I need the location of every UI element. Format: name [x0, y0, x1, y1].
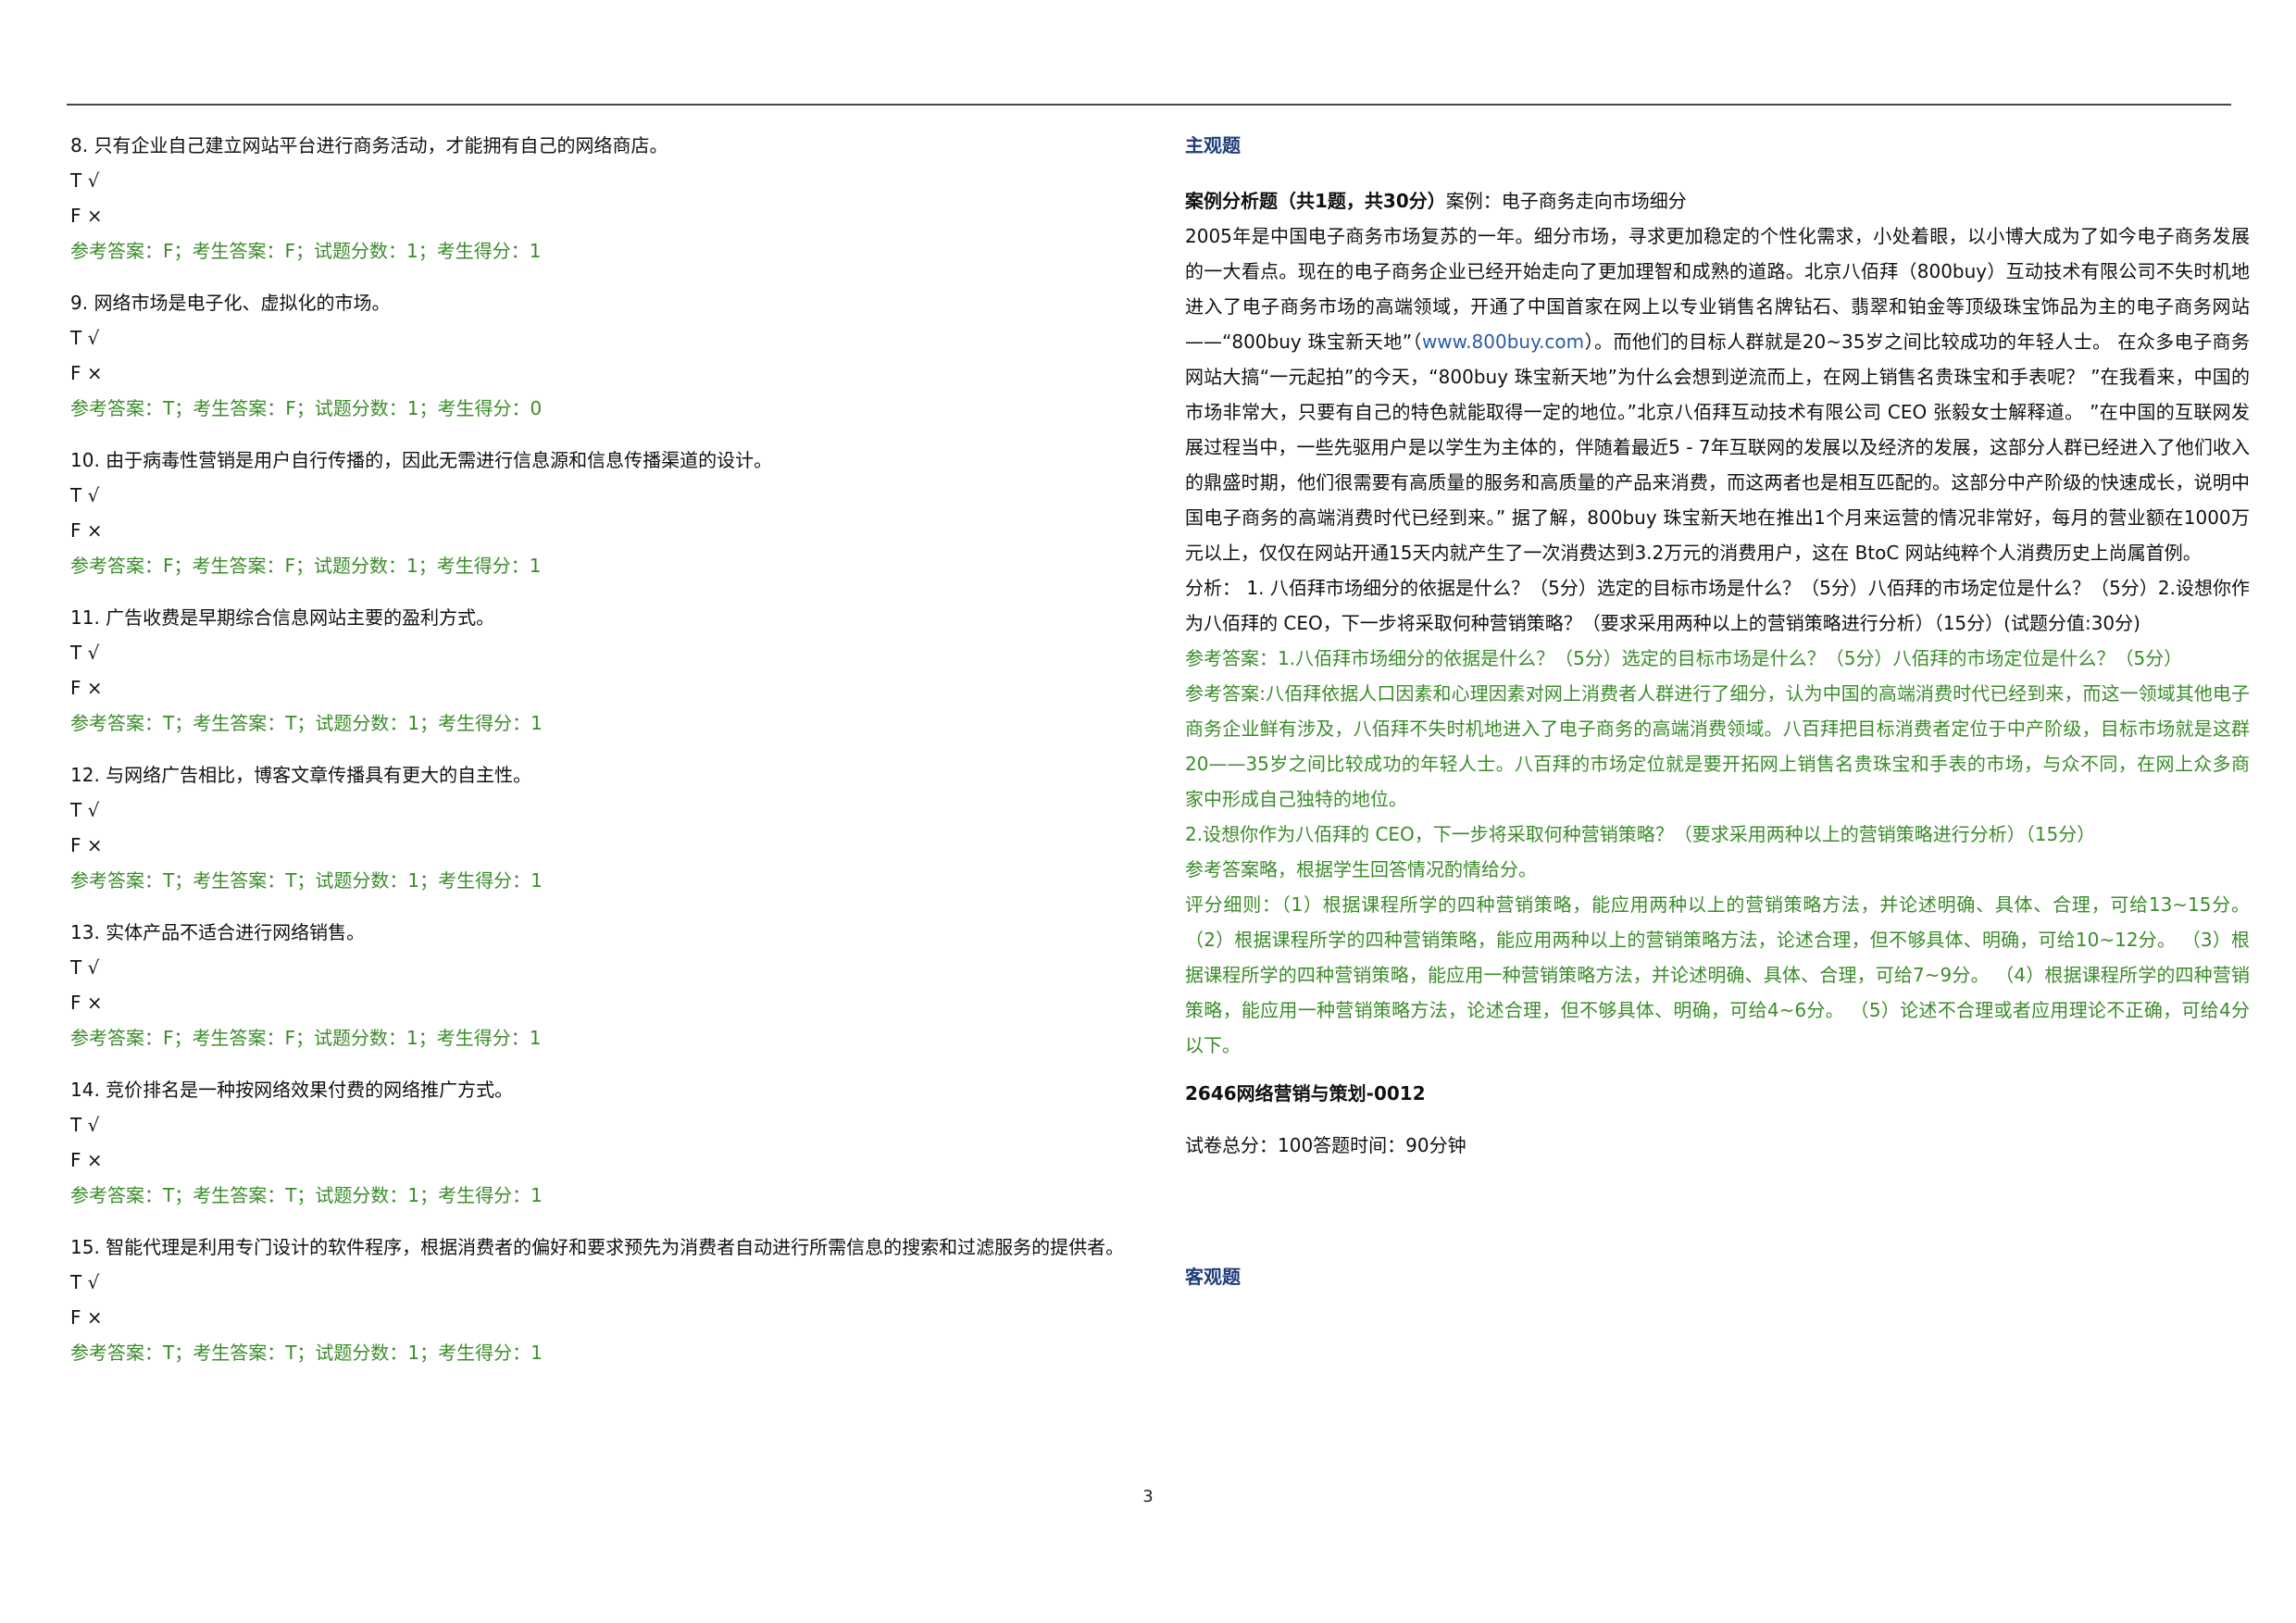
- answer-line: 参考答案：F；考生答案：F；试题分数：1；考生得分：1: [70, 240, 542, 262]
- page-number: 3: [1142, 1487, 1154, 1506]
- right-column: 主观题 案例分析题（共1题，共30分）案例：电子商务走向市场细分 2005年是中…: [1185, 128, 2250, 1294]
- case-label: 案例分析题（共1题，共30分）: [1185, 190, 1446, 212]
- reference-answer-3: 2.设想你作为八佰拜的 CEO，下一步将采取何种营销策略？（要求采用两种以上的营…: [1185, 823, 2096, 845]
- question-12: 12. 与网络广告相比，博客文章传播具有更大的自主性。 T √ F × 参考答案…: [70, 757, 1126, 898]
- option-false: F ×: [70, 834, 103, 856]
- question-text: 11. 广告收费是早期综合信息网站主要的盈利方式。: [70, 606, 495, 629]
- case-text-part2: ）。而他们的目标人群就是20~35岁之间比较成功的年轻人士。 在众多电子商务网站…: [1185, 331, 2250, 564]
- top-rule: [67, 104, 2231, 106]
- option-false: F ×: [70, 1306, 103, 1329]
- question-text: 8. 只有企业自己建立网站平台进行商务活动，才能拥有自己的网络商店。: [70, 134, 668, 156]
- section-heading-subjective: 主观题: [1185, 134, 1241, 156]
- option-true: T √: [70, 799, 100, 821]
- question-text: 10. 由于病毒性营销是用户自行传播的，因此无需进行信息源和信息传播渠道的设计。: [70, 449, 773, 471]
- option-false: F ×: [70, 992, 103, 1014]
- option-false: F ×: [70, 362, 103, 384]
- question-text: 14. 竞价排名是一种按网络效果付费的网络推广方式。: [70, 1079, 514, 1101]
- reference-answer-1: 参考答案：1.八佰拜市场细分的依据是什么？（5分）选定的目标市场是什么？（5分）…: [1185, 647, 2183, 669]
- question-8: 8. 只有企业自己建立网站平台进行商务活动，才能拥有自己的网络商店。 T √ F…: [70, 128, 1126, 268]
- reference-answer-4: 参考答案略，根据学生回答情况酌情给分。: [1185, 858, 1537, 880]
- question-text: 12. 与网络广告相比，博客文章传播具有更大的自主性。: [70, 764, 532, 786]
- exam-title: 2646网络营销与策划-0012: [1185, 1082, 1426, 1105]
- question-10: 10. 由于病毒性营销是用户自行传播的，因此无需进行信息源和信息传播渠道的设计。…: [70, 443, 1126, 583]
- question-11: 11. 广告收费是早期综合信息网站主要的盈利方式。 T √ F × 参考答案：T…: [70, 600, 1126, 741]
- case-title: 案例：电子商务走向市场细分: [1445, 190, 1687, 212]
- answer-line: 参考答案：T；考生答案：T；试题分数：1；考生得分：1: [70, 712, 543, 734]
- case-link[interactable]: www.800buy.com: [1422, 331, 1584, 353]
- left-column: 8. 只有企业自己建立网站平台进行商务活动，才能拥有自己的网络商店。 T √ F…: [70, 128, 1126, 1387]
- option-true: T √: [70, 1271, 100, 1293]
- option-true: T √: [70, 1114, 100, 1136]
- question-text: 9. 网络市场是电子化、虚拟化的市场。: [70, 292, 391, 314]
- option-true: T √: [70, 642, 100, 664]
- exam-info: 试卷总分：100答题时间：90分钟: [1185, 1134, 1466, 1156]
- option-false: F ×: [70, 1149, 103, 1171]
- answer-line: 参考答案：T；考生答案：T；试题分数：1；考生得分：1: [70, 869, 543, 892]
- answer-line: 参考答案：F；考生答案：F；试题分数：1；考生得分：1: [70, 555, 542, 577]
- analysis-text: 分析： 1. 八佰拜市场细分的依据是什么？（5分）选定的目标市场是什么？（5分）…: [1185, 577, 2250, 634]
- question-14: 14. 竞价排名是一种按网络效果付费的网络推广方式。 T √ F × 参考答案：…: [70, 1072, 1126, 1213]
- question-13: 13. 实体产品不适合进行网络销售。 T √ F × 参考答案：F；考生答案：F…: [70, 915, 1126, 1055]
- case-paragraph: 案例分析题（共1题，共30分）案例：电子商务走向市场细分 2005年是中国电子商…: [1185, 183, 2250, 570]
- answer-line: 参考答案：T；考生答案：T；试题分数：1；考生得分：1: [70, 1342, 543, 1364]
- option-false: F ×: [70, 205, 103, 227]
- option-false: F ×: [70, 519, 103, 542]
- option-true: T √: [70, 327, 100, 349]
- answer-line: 参考答案：T；考生答案：F；试题分数：1；考生得分：0: [70, 397, 543, 419]
- option-true: T √: [70, 956, 100, 979]
- option-true: T √: [70, 169, 100, 192]
- grading-rules: 评分细则：（1）根据课程所学的四种营销策略，能应用两种以上的营销策略方法，并论述…: [1185, 893, 2250, 1056]
- question-9: 9. 网络市场是电子化、虚拟化的市场。 T √ F × 参考答案：T；考生答案：…: [70, 285, 1126, 426]
- option-true: T √: [70, 484, 100, 506]
- answer-line: 参考答案：F；考生答案：F；试题分数：1；考生得分：1: [70, 1027, 542, 1049]
- reference-answer-2: 参考答案:八佰拜依据人口因素和心理因素对网上消费者人群进行了细分，认为中国的高端…: [1185, 682, 2250, 810]
- section-heading-objective: 客观题: [1185, 1266, 1241, 1288]
- answer-line: 参考答案：T；考生答案：T；试题分数：1；考生得分：1: [70, 1184, 543, 1206]
- question-text: 15. 智能代理是利用专门设计的软件程序，根据消费者的偏好和要求预先为消费者自动…: [70, 1236, 1125, 1258]
- question-text: 13. 实体产品不适合进行网络销售。: [70, 921, 366, 943]
- question-15: 15. 智能代理是利用专门设计的软件程序，根据消费者的偏好和要求预先为消费者自动…: [70, 1230, 1126, 1370]
- option-false: F ×: [70, 677, 103, 699]
